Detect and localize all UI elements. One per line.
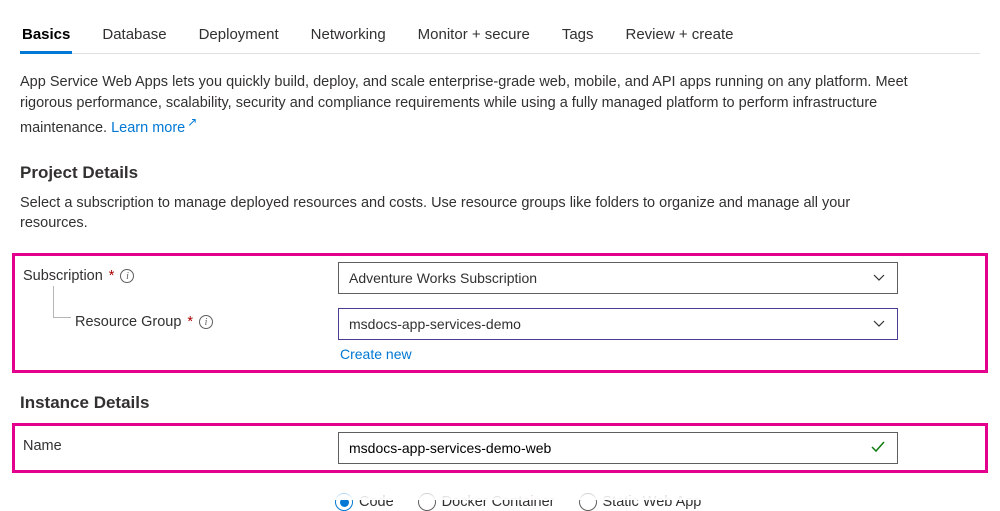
create-new-link[interactable]: Create new bbox=[340, 346, 898, 362]
tab-database[interactable]: Database bbox=[100, 20, 168, 53]
radio-icon bbox=[579, 493, 597, 511]
tab-monitor-secure[interactable]: Monitor + secure bbox=[416, 20, 532, 53]
chevron-down-icon bbox=[873, 274, 885, 282]
name-input-wrapper bbox=[338, 432, 898, 464]
tab-basics[interactable]: Basics bbox=[20, 20, 72, 53]
required-star: * bbox=[187, 314, 193, 330]
tab-networking[interactable]: Networking bbox=[309, 20, 388, 53]
tab-deployment[interactable]: Deployment bbox=[197, 20, 281, 53]
radio-label: Static Web App bbox=[603, 494, 702, 510]
check-icon bbox=[871, 440, 885, 456]
resource-group-label: Resource Group bbox=[75, 314, 181, 330]
learn-more-label: Learn more bbox=[111, 120, 185, 136]
indent-connector bbox=[53, 286, 71, 318]
info-icon[interactable]: i bbox=[199, 315, 213, 329]
highlight-project-details: Subscription * i Adventure Works Subscri… bbox=[12, 253, 988, 373]
subscription-select[interactable]: Adventure Works Subscription bbox=[338, 262, 898, 294]
subscription-label: Subscription bbox=[23, 268, 103, 284]
info-icon[interactable]: i bbox=[120, 269, 134, 283]
publish-radio-docker[interactable]: Docker Container bbox=[418, 493, 555, 511]
publish-radio-static[interactable]: Static Web App bbox=[579, 493, 702, 511]
project-details-desc: Select a subscription to manage deployed… bbox=[20, 193, 920, 234]
resource-group-value: msdocs-app-services-demo bbox=[349, 316, 521, 332]
radio-icon bbox=[335, 493, 353, 511]
publish-radio-code[interactable]: Code bbox=[335, 493, 394, 511]
learn-more-link[interactable]: Learn more↗ bbox=[111, 120, 197, 136]
chevron-down-icon bbox=[873, 320, 885, 328]
radio-icon bbox=[418, 493, 436, 511]
external-link-icon: ↗ bbox=[187, 115, 197, 129]
name-input[interactable] bbox=[349, 440, 865, 456]
tab-review-create[interactable]: Review + create bbox=[624, 20, 736, 53]
instance-details-heading: Instance Details bbox=[20, 393, 980, 413]
tab-tags[interactable]: Tags bbox=[560, 20, 596, 53]
required-star: * bbox=[109, 268, 115, 284]
project-details-heading: Project Details bbox=[20, 163, 980, 183]
name-label: Name bbox=[23, 438, 62, 454]
intro-text: App Service Web Apps lets you quickly bu… bbox=[20, 72, 920, 139]
highlight-instance-name: Name bbox=[12, 423, 988, 473]
publish-radio-group: Code Docker Container Static Web App bbox=[20, 493, 980, 511]
wizard-tabs: Basics Database Deployment Networking Mo… bbox=[20, 20, 980, 54]
radio-label: Docker Container bbox=[442, 494, 555, 510]
radio-label: Code bbox=[359, 494, 394, 510]
resource-group-select[interactable]: msdocs-app-services-demo bbox=[338, 308, 898, 340]
subscription-value: Adventure Works Subscription bbox=[349, 270, 537, 286]
